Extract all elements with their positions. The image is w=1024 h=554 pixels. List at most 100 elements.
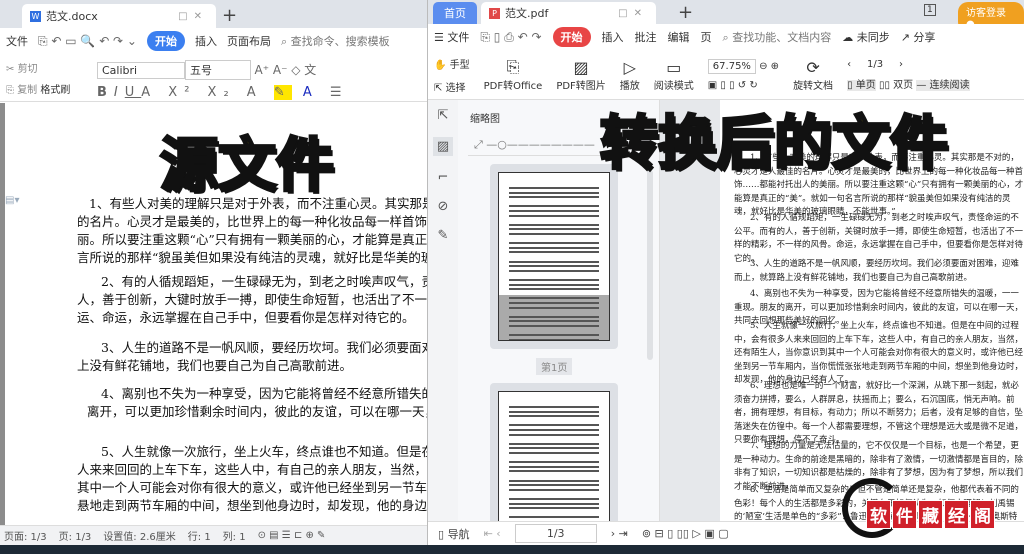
writer-window: W 范文.docx □✕ + 文件 ⎘ ↶ ▭ 🔍 ↶ ↷ ⌄ 开始 插入 页面… [0,0,428,545]
share-button[interactable]: ↗ 分享 [901,29,936,45]
nav-toggle[interactable]: ▯ 导航 [438,526,470,542]
paste-options-icon[interactable]: ▤▾ [5,195,19,206]
bookmark-icon[interactable]: ⌐ [438,170,449,185]
font-size-buttons[interactable]: A⁺ A⁻ ◇ 文 [255,63,317,77]
thumbnail-size-slider[interactable]: ⤢ —○———————— [474,138,595,152]
tab-layout[interactable]: 页面布局 [227,33,271,49]
tab-home[interactable]: 首页 [433,2,477,24]
new-tab-button[interactable]: + [678,2,693,23]
rotate-doc-button[interactable]: ⟳ 旋转文档 [793,58,833,92]
page-indicator: 1/3 [866,58,884,70]
thumbnail-page-2[interactable] [490,383,618,533]
continuous-button[interactable]: — 连续阅读 [916,79,970,91]
thumbnail-page-1[interactable] [490,164,618,349]
tab-pdf[interactable]: P 范文.pdf □✕ [481,2,656,24]
copy-button[interactable]: ⎘ 复制 格式刷 [6,81,91,96]
status-page: 页面: 1/3 [4,532,47,543]
pdf-paragraph: 3、人生的道路不是一帆风顺，要经历坎坷。我们必须要面对困难，迎难而上，就算路上没… [734,259,1019,283]
paragraph-5: 5、人生就像一次旅行，坐上火车，终点谁也不知道。但是在中间的过程人来来回回的上车… [77,443,428,515]
tab-page[interactable]: 页 [701,29,712,45]
double-page-button[interactable]: ▯▯ 双页 [879,80,913,91]
select-tool[interactable]: ⇱ 选择 [434,79,470,94]
side-toolbar: ⇱ ▨ ⌐ ⊘ ✎ [428,100,458,521]
quick-access-icons[interactable]: ⎘ ↶ ▭ 🔍 ↶ ↷ ⌄ [38,34,137,49]
attachment-icon[interactable]: ⊘ [438,199,449,214]
search-placeholder: 查找命令、搜索模板 [290,35,390,48]
login-label: 访客登录 [966,8,1006,19]
thumbnail-text-line [509,269,599,272]
menu-file[interactable]: 文件 [6,33,28,49]
tab-edit[interactable]: 编辑 [668,29,690,45]
tab-start[interactable]: 开始 [147,31,185,51]
thumbnail-text-line [509,484,599,487]
tab-insert[interactable]: 插入 [195,33,217,49]
zoom-buttons[interactable]: ⊖ ⊕ [759,61,779,72]
tab-start[interactable]: 开始 [552,27,591,47]
hand-tool[interactable]: ✋ 手型 [434,56,470,71]
thumbnail-text-line [509,302,599,304]
search-function[interactable]: ⌕ 查找功能、文档内容 [723,29,832,45]
view-mode-icons[interactable]: ⊙ ▤ ☰ ⊏ ⊕ ✎ [258,530,326,541]
thumbnail-text-line [509,479,599,482]
line: 悬地走到两节车厢的中间，想坐到他身边时，却发现，他的身边已经有人了 [77,498,428,513]
play-button[interactable]: ▷ 播放 [620,58,640,92]
tab-insert[interactable]: 插入 [602,29,624,45]
read-mode-button[interactable]: ▭ 阅读模式 [654,58,694,92]
sync-status[interactable]: ☁ 未同步 [842,29,890,45]
first-prev-buttons[interactable]: ⇤ ‹ [484,527,501,540]
thumbnail-text-line [509,415,599,418]
thumbnail-icon[interactable]: ▨ [432,137,454,156]
quick-access-icons[interactable]: ⎘ ▯ ⎙ ↶ ↷ [480,30,541,45]
tab-docx[interactable]: W 范文.docx □✕ [22,4,216,28]
line: 2、有的人循规蹈矩，一生碌碌无为，到老之时唉声叹气，责怪命运的不公 [101,274,427,289]
thumbnail-text-line [509,260,599,263]
paragraph-1: 1、有些人对美的理解只是对于外表，而不注重心灵。其实那是不对的，心的名片。心灵才… [77,195,427,267]
status-col: 列: 1 [222,532,246,543]
double-label: 双页 [893,79,914,91]
sync-label: 未同步 [856,31,890,44]
page-input[interactable]: 1/3 [514,524,597,543]
window-count-icon[interactable]: 1 [924,4,936,16]
signature-icon[interactable]: ✎ [438,228,449,243]
fit-buttons[interactable]: ▣ ▯ ▯ ↺ ↻ [708,80,779,91]
watermark-char: 阁 [970,500,995,529]
tab-bar: W 范文.docx □✕ + [0,0,427,28]
zoom-select[interactable]: 67.75% [707,58,756,74]
font-size-select[interactable]: 五号 [185,60,251,80]
format-buttons[interactable]: BIUA X² X₂ A ✎ A ☰ [97,85,349,100]
thumbnail-text-line [509,424,599,427]
thumbnail-text-line [509,410,599,413]
menu-file[interactable]: ☰ 文件 [434,29,469,45]
pdf-to-office-button[interactable]: ⎘ PDF转Office [484,57,543,92]
status-bar: 页面: 1/3 页: 1/3 设置值: 2.6厘米 行: 1 列: 1 ⊙ ▤ … [0,525,427,545]
watermark-char: 软 [866,500,891,529]
tab-controls[interactable]: □✕ [178,11,208,22]
cursor-icon[interactable]: ⇱ [438,108,449,123]
single-page-button[interactable]: ▯ 单页 [847,79,876,91]
tab-annotate[interactable]: 批注 [635,29,657,45]
thumbnail-text-line [509,429,599,431]
new-tab-button[interactable]: + [222,5,237,26]
tab-bar: 首页 P 范文.pdf □✕ + 1 访客登录 ● [428,0,1024,32]
format-painter[interactable]: 格式刷 [40,85,70,96]
font-select[interactable]: Calibri [97,62,185,79]
page-nav[interactable]: ‹ 1/3 › [847,59,969,70]
to-image-label: PDF转图片 [556,80,606,92]
pdf-file-icon: P [489,7,500,19]
view-buttons[interactable]: ⊚ ⊟ ▯ ▯▯ ▷ ▣ ▢ [642,527,729,540]
tab-title: 范文.pdf [505,7,549,20]
thumbnail-text-line [509,210,599,212]
thumbnail-scrollbar[interactable] [647,170,653,360]
pdf-window: 首页 P 范文.pdf □✕ + 1 访客登录 ● ☰ 文件 ⎘ ▯ ⎙ ↶ ↷… [428,0,1024,545]
line: 人来来回回的上车下车，这些人中，有自己的亲人朋友，当然，还有陌生人 [77,462,428,477]
search-command[interactable]: ⌕ 查找命令、搜索模板 [281,33,390,49]
tab-controls[interactable]: □✕ [618,8,648,19]
thumbnail-text-line [509,228,599,231]
rotate-label: 旋转文档 [793,80,834,92]
thumbnail-text-line [509,315,599,318]
pdf-to-image-button[interactable]: ▨ PDF转图片 [556,58,605,92]
cut-button[interactable]: ✂ 剪切 [6,60,91,75]
line: 4、离别也不失为一种享受，因为它能将曾经不经意所错失的温暖， [101,386,427,401]
next-last-buttons[interactable]: › ⇥ [611,527,628,540]
thumbnail-text-line [509,242,599,245]
